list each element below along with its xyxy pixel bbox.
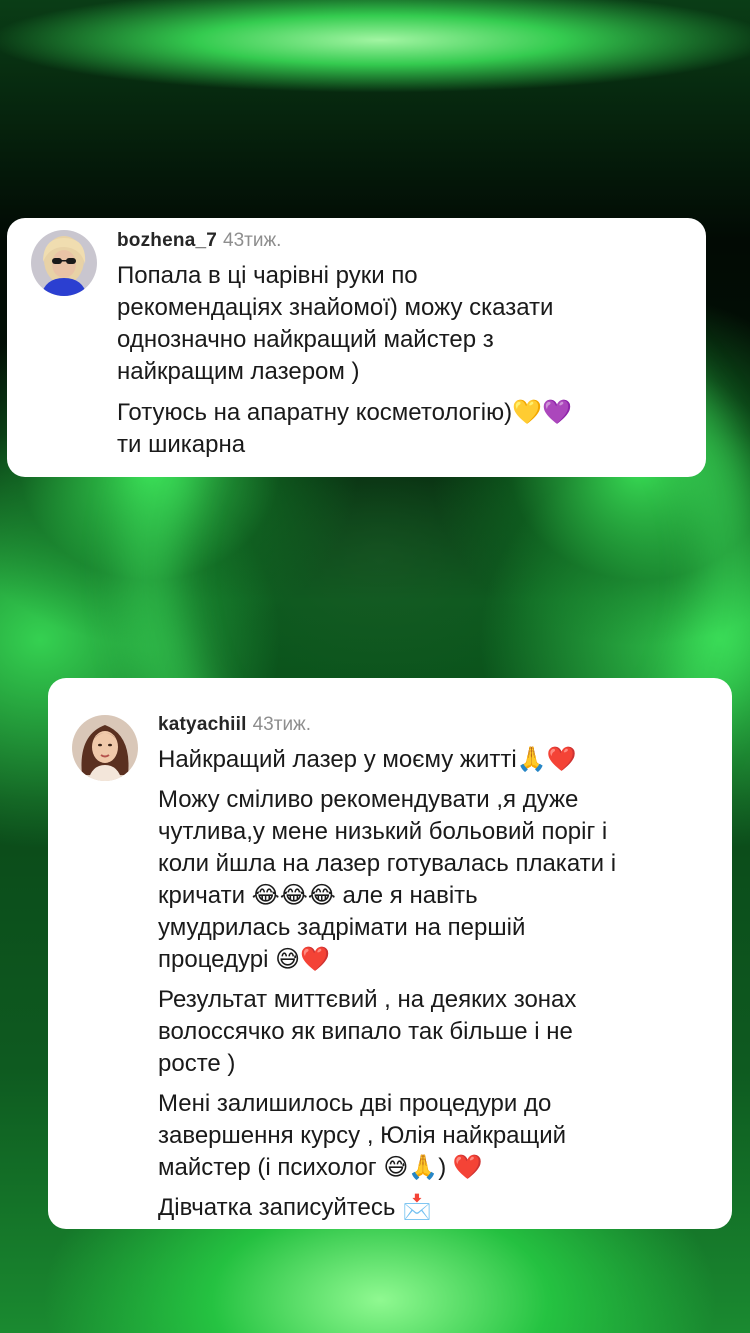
timestamp: 43тиж.	[252, 714, 312, 735]
avatar-blonde-sunglasses-icon	[31, 230, 97, 296]
username[interactable]: bozhena_7	[117, 230, 217, 251]
comment-text: Дівчатка записуйтесь 📩	[158, 1194, 432, 1221]
comment-body: bozhena_7 43тиж. Попала в ці чарівні руки…	[117, 228, 686, 470]
comment-text: Результат миттєвий , на деяких зонах вол…	[158, 986, 577, 1077]
comment-text: Готуюсь на апаратну косметологію)💛💜 ти ш…	[117, 399, 572, 458]
timestamp: 43тиж.	[223, 230, 282, 251]
comment-body: katyachiil 43тиж. Найкращий лазер у моєму…	[158, 712, 712, 1232]
avatar-brunette-icon	[72, 715, 138, 781]
comment-text: Можу сміливо рекомендувати ,я дуже чутли…	[158, 786, 617, 973]
comment-text: Мені залишилось дві процедури до заверше…	[158, 1090, 567, 1181]
comment-card-katyachiil: katyachiil 43тиж. Найкращий лазер у моєму…	[48, 678, 732, 1229]
comment-text: Найкращий лазер у моєму житті🙏❤️	[158, 746, 577, 773]
avatar[interactable]	[31, 230, 97, 296]
comment-meta: bozhena_7 43тиж.	[117, 228, 686, 254]
comment-text: Попала в ці чарівні руки по рекомендація…	[117, 262, 554, 385]
username[interactable]: katyachiil	[158, 714, 247, 735]
comment-meta: katyachiil 43тиж.	[158, 712, 712, 738]
avatar[interactable]	[72, 715, 138, 781]
comment-card-bozhena: bozhena_7 43тиж. Попала в ці чарівні руки…	[7, 218, 706, 477]
